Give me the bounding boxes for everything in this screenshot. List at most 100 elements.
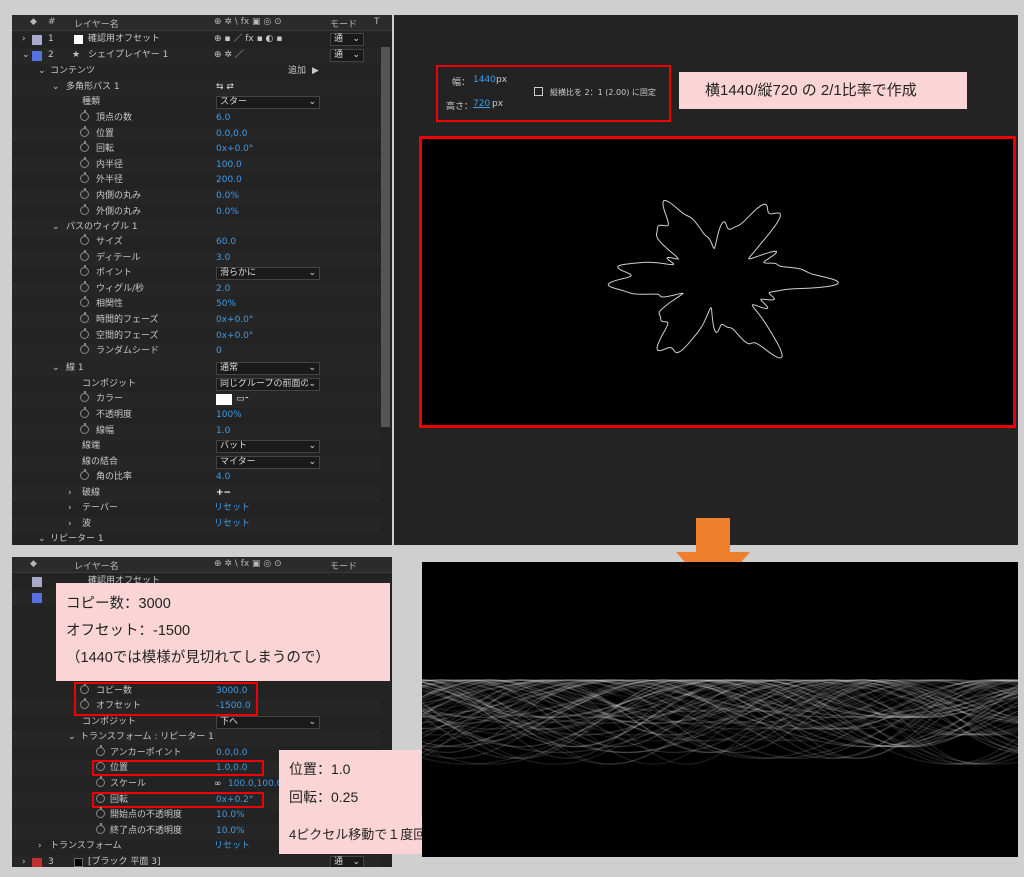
stopwatch-icon[interactable] bbox=[80, 203, 93, 221]
layer-name[interactable]: シェイプレイヤー 1 bbox=[88, 48, 168, 64]
stopwatch-icon[interactable] bbox=[80, 343, 93, 360]
stopwatch-icon[interactable] bbox=[96, 776, 109, 793]
color-swatch[interactable] bbox=[216, 394, 232, 405]
stopwatch-icon[interactable] bbox=[80, 234, 93, 251]
prop-value[interactable]: 3.0 bbox=[216, 251, 230, 267]
stopwatch-icon[interactable] bbox=[80, 391, 93, 408]
stopwatch-icon[interactable] bbox=[80, 265, 93, 282]
stopwatch-icon[interactable] bbox=[80, 469, 93, 486]
composite-select[interactable]: 下へ ⌄ bbox=[216, 716, 320, 729]
prop-value[interactable]: 100.0 bbox=[216, 158, 242, 174]
label-color[interactable] bbox=[32, 35, 42, 45]
polystar-group-row[interactable]: ⌄ 多角形パス 1 ⇆ ⇄ bbox=[12, 80, 380, 96]
prop-value[interactable]: 0.0% bbox=[216, 189, 239, 205]
cap-select[interactable]: バット ⌄ bbox=[216, 440, 320, 453]
collapse-icon[interactable]: ⌄ bbox=[52, 361, 60, 377]
add-play-icon[interactable]: ▶ bbox=[312, 64, 319, 80]
label-color[interactable] bbox=[32, 858, 42, 867]
stopwatch-icon[interactable] bbox=[80, 423, 93, 440]
polystar-label: 多角形パス 1 bbox=[66, 82, 120, 92]
path-direction-icon[interactable]: ⇆ ⇄ bbox=[216, 80, 234, 96]
label-color[interactable] bbox=[32, 51, 42, 61]
expand-icon[interactable]: › bbox=[68, 501, 72, 517]
collapse-icon[interactable]: ⌄ bbox=[68, 730, 76, 746]
stroke-blend-select[interactable]: 通常 ⌄ bbox=[216, 362, 320, 375]
stopwatch-icon[interactable] bbox=[80, 327, 93, 345]
stopwatch-icon[interactable] bbox=[80, 141, 93, 158]
wiggle-group-row[interactable]: ⌄ パスのウィグル 1 bbox=[12, 220, 380, 236]
prop-value[interactable]: 2.0 bbox=[216, 282, 230, 298]
prop-value[interactable]: 0 bbox=[216, 344, 222, 360]
prop-select[interactable]: 滑らかに ⌄ bbox=[216, 267, 320, 281]
stopwatch-icon[interactable] bbox=[80, 280, 93, 298]
join-select[interactable]: マイター ⌄ bbox=[216, 456, 320, 469]
prop-value[interactable]: 100% bbox=[216, 408, 242, 424]
switches[interactable]: ⊕ ▪ ／ fx ▪ ◐ ▪ bbox=[214, 32, 282, 48]
contents-row[interactable]: ⌄ コンテンツ 追加 ▶ bbox=[12, 64, 380, 80]
stopwatch-icon[interactable] bbox=[80, 172, 93, 189]
prop-value[interactable]: 1.0 bbox=[216, 424, 230, 440]
expand-icon[interactable]: › bbox=[38, 839, 42, 855]
prop-value[interactable]: 200.0 bbox=[216, 173, 242, 189]
mode-select[interactable]: 通 ⌄ bbox=[330, 856, 364, 867]
stopwatch-icon[interactable] bbox=[96, 807, 109, 824]
collapse-icon[interactable]: ⌄ bbox=[52, 220, 60, 236]
scrollbar[interactable] bbox=[381, 47, 390, 427]
switches[interactable]: ⊕ ✲ ／ bbox=[214, 48, 244, 64]
stopwatch-icon[interactable] bbox=[80, 296, 93, 313]
collapse-icon[interactable]: ⌄ bbox=[38, 532, 46, 545]
prop-value[interactable]: 50% bbox=[216, 297, 236, 313]
expand-icon[interactable]: › bbox=[68, 486, 72, 502]
reset-link[interactable]: リセット bbox=[214, 501, 250, 517]
repeater-row[interactable]: ⌄ リピーター 1 bbox=[12, 532, 380, 545]
stopwatch-icon[interactable] bbox=[80, 188, 93, 205]
prop-value[interactable]: 10.0% bbox=[216, 808, 245, 824]
link-icon[interactable]: ∞ bbox=[214, 777, 222, 793]
expand-icon[interactable]: › bbox=[22, 855, 26, 867]
prop-value[interactable]: 0x+0.0° bbox=[216, 329, 253, 345]
prop-row: 内半径 100.0 bbox=[12, 156, 380, 174]
collapse-icon[interactable]: ⌄ bbox=[38, 64, 46, 80]
reset-link[interactable]: リセット bbox=[214, 839, 250, 855]
label-color[interactable] bbox=[32, 593, 42, 603]
stroke-label: 線 1 bbox=[66, 363, 84, 373]
layer-row-3[interactable]: › 3 [ブラック 平面 3] 通 ⌄ bbox=[12, 855, 380, 867]
prop-row: ウィグル/秒 2.0 bbox=[12, 280, 380, 298]
reset-link[interactable]: リセット bbox=[214, 517, 250, 533]
prop-label: 種類 bbox=[82, 97, 101, 107]
layer-row-2[interactable]: ⌄ 2 ★ シェイプレイヤー 1 ⊕ ✲ ／ 通 ⌄ bbox=[12, 48, 380, 64]
layer-name[interactable]: 確認用オフセット bbox=[88, 32, 160, 48]
mode-select[interactable]: 通 ⌄ bbox=[330, 49, 364, 62]
stopwatch-icon[interactable] bbox=[80, 156, 93, 174]
prop-value[interactable]: 10.0% bbox=[216, 824, 245, 840]
prop-value[interactable]: 6.0 bbox=[216, 111, 230, 127]
transform-repeater-row[interactable]: ⌄ トランスフォーム : リピーター 1 bbox=[12, 730, 380, 746]
stopwatch-icon[interactable] bbox=[96, 823, 109, 840]
layer-name[interactable]: [ブラック 平面 3] bbox=[88, 855, 160, 867]
collapse-icon[interactable]: ⌄ bbox=[52, 80, 60, 96]
prop-value[interactable]: 0x+0.0° bbox=[216, 313, 253, 329]
add-button[interactable]: 追加 bbox=[288, 64, 306, 80]
prop-row: サイズ 60.0 bbox=[12, 234, 380, 251]
expand-icon[interactable]: › bbox=[22, 32, 26, 48]
stroke-group-row[interactable]: ⌄ 線 1 通常 ⌄ bbox=[12, 361, 380, 377]
expand-icon[interactable]: › bbox=[68, 517, 72, 533]
eyedropper-icon[interactable]: ▭⁃ bbox=[236, 392, 249, 408]
stopwatch-icon[interactable] bbox=[80, 249, 93, 267]
prop-value[interactable]: 60.0 bbox=[216, 235, 236, 251]
prop-value[interactable]: 0.0,0.0 bbox=[216, 127, 248, 143]
composite-select[interactable]: 同じグループの前面の ⌄ bbox=[216, 378, 320, 391]
stopwatch-icon[interactable] bbox=[80, 312, 93, 329]
layer-row-1[interactable]: › 1 確認用オフセット ⊕ ▪ ／ fx ▪ ◐ ▪ 通 ⌄ bbox=[12, 32, 380, 48]
prop-value[interactable]: 0.0% bbox=[216, 205, 239, 221]
stopwatch-icon[interactable] bbox=[80, 125, 93, 143]
prop-value[interactable]: 0x+0.0° bbox=[216, 142, 253, 158]
type-select[interactable]: スター ⌄ bbox=[216, 96, 320, 109]
mode-select[interactable]: 通 ⌄ bbox=[330, 33, 364, 46]
prop-value[interactable]: 4.0 bbox=[216, 470, 230, 486]
stopwatch-icon[interactable] bbox=[80, 110, 93, 127]
collapse-icon[interactable]: ⌄ bbox=[22, 48, 30, 64]
dash-add-remove[interactable]: +− bbox=[216, 486, 231, 502]
label-color[interactable] bbox=[32, 577, 42, 587]
stopwatch-icon[interactable] bbox=[80, 407, 93, 424]
